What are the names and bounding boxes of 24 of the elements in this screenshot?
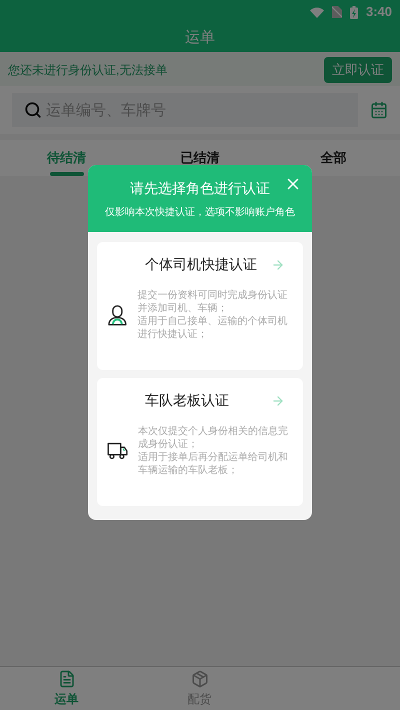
box-icon <box>190 670 208 688</box>
option-description: 本次仅提交个人身份相关的信息完成身份认证； <box>138 425 290 451</box>
clock-time: 3:40 <box>366 3 392 22</box>
notice-text: 您还未进行身份认证,无法接单 <box>8 62 168 78</box>
arrow-right-icon <box>271 394 285 408</box>
calendar-icon[interactable] <box>370 101 388 119</box>
search-icon <box>24 101 42 119</box>
tab[interactable]: 全部 <box>266 140 400 176</box>
no-sim-icon <box>332 6 342 18</box>
option-title: 车队老板认证 <box>145 391 229 410</box>
page-title: 运单 <box>185 28 215 48</box>
option-description: 适用于接单后再分配运单给司机和车辆运输的车队老板； <box>138 451 290 477</box>
option-description: 适用于自己接单、运输的个体司机进行快捷认证； <box>138 315 289 341</box>
role-option-card[interactable]: 车队老板认证 本次仅提交个人身份相关的信息完成身份认证； 适用于接单后再分配运单给司机和车辆运输的车队老板； <box>97 378 303 506</box>
wifi-icon <box>310 6 324 18</box>
option-title: 个体司机快捷认证 <box>145 255 257 274</box>
document-icon <box>58 670 76 688</box>
battery-icon <box>350 6 358 18</box>
tab[interactable]: 已结清 <box>133 140 267 176</box>
role-option-card[interactable]: 个体司机快捷认证 提交一份资料可同时完成身份认证并添加司机、车辆； 适用于自己接单、运输的个体司机进行快捷认证； <box>97 242 303 370</box>
option-description: 提交一份资料可同时完成身份认证并添加司机、车辆； <box>138 289 289 315</box>
dialog-title: 请先选择角色进行认证 <box>130 178 270 198</box>
arrow-right-icon <box>271 258 285 272</box>
dialog-subtitle: 仅影响本次快捷认证，选项不影响账户角色 <box>105 206 295 220</box>
